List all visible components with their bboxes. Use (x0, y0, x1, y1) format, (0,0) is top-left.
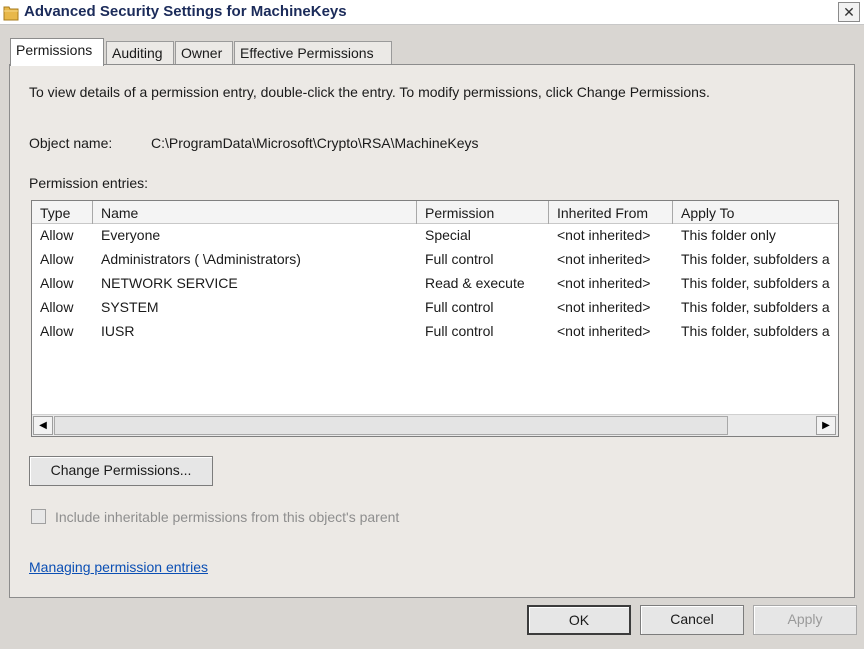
ok-button[interactable]: OK (527, 605, 631, 635)
cell-apply-to: This folder, subfolders a (681, 251, 830, 267)
column-header-inherited-from[interactable]: Inherited From (549, 201, 673, 224)
arrow-right-icon: ▶ (822, 420, 830, 431)
scroll-right-button[interactable]: ▶ (816, 416, 836, 435)
cell-inherited-from: <not inherited> (557, 323, 651, 339)
tab-effective-permissions[interactable]: Effective Permissions (234, 41, 392, 65)
cell-inherited-from: <not inherited> (557, 275, 651, 291)
folder-icon (3, 3, 19, 21)
cell-name: IUSR (101, 323, 135, 339)
cell-type: Allow (40, 227, 74, 243)
include-inheritable-checkbox[interactable] (31, 509, 46, 524)
cell-inherited-from: <not inherited> (557, 227, 651, 243)
cell-permission: Special (425, 227, 471, 243)
cell-permission: Full control (425, 323, 494, 339)
permission-entries-label: Permission entries: (29, 175, 149, 191)
cell-apply-to: This folder, subfolders a (681, 323, 830, 339)
cell-inherited-from: <not inherited> (557, 299, 651, 315)
table-row[interactable]: Allow Everyone Special <not inherited> T… (32, 225, 838, 249)
tab-label: Effective Permissions (240, 45, 374, 61)
change-permissions-button[interactable]: Change Permissions... (29, 456, 213, 486)
permission-entries-list[interactable]: Type Name Permission Inherited From Appl… (31, 200, 839, 437)
scroll-left-button[interactable]: ◀ (33, 416, 53, 435)
close-button[interactable]: ✕ (838, 2, 860, 22)
cell-type: Allow (40, 275, 74, 291)
object-name-value: C:\ProgramData\Microsoft\Crypto\RSA\Mach… (151, 135, 479, 151)
permissions-panel: To view details of a permission entry, d… (9, 64, 855, 598)
tab-label: Owner (181, 45, 223, 61)
column-header-apply-to[interactable]: Apply To (673, 201, 838, 224)
cell-permission: Read & execute (425, 275, 525, 291)
tab-owner[interactable]: Owner (175, 41, 233, 65)
title-bar: Advanced Security Settings for MachineKe… (0, 0, 864, 25)
tab-permissions[interactable]: Permissions (10, 38, 104, 66)
managing-permission-entries-link[interactable]: Managing permission entries (29, 559, 208, 575)
change-permissions-label: Change Permissions... (50, 462, 192, 478)
tab-auditing[interactable]: Auditing (106, 41, 174, 65)
cell-apply-to: This folder, subfolders a (681, 299, 830, 315)
column-header-name[interactable]: Name (93, 201, 417, 224)
apply-button[interactable]: Apply (753, 605, 857, 635)
tab-label: Permissions (16, 42, 93, 58)
table-row[interactable]: Allow Administrators ( \Administrators) … (32, 249, 838, 273)
ok-label: OK (568, 612, 590, 628)
cell-apply-to: This folder only (681, 227, 776, 243)
instructions-text: To view details of a permission entry, d… (29, 84, 710, 100)
column-header-permission[interactable]: Permission (417, 201, 549, 224)
cell-name: Everyone (101, 227, 161, 243)
list-header: Type Name Permission Inherited From Appl… (32, 201, 838, 224)
cell-type: Allow (40, 251, 74, 267)
cancel-label: Cancel (670, 611, 714, 627)
cell-name: Administrators ( \Administrators) (101, 251, 301, 267)
cell-name: SYSTEM (101, 299, 159, 315)
table-row[interactable]: Allow IUSR Full control <not inherited> … (32, 321, 838, 345)
apply-label: Apply (787, 611, 823, 627)
cell-type: Allow (40, 299, 74, 315)
tab-label: Auditing (112, 45, 163, 61)
cell-permission: Full control (425, 251, 494, 267)
scrollbar-thumb[interactable] (54, 416, 728, 435)
close-icon: ✕ (843, 4, 855, 20)
horizontal-scrollbar[interactable]: ◀ ▶ (32, 414, 838, 436)
cell-permission: Full control (425, 299, 494, 315)
arrow-left-icon: ◀ (39, 420, 47, 431)
column-header-type[interactable]: Type (32, 201, 93, 224)
table-row[interactable]: Allow NETWORK SERVICE Read & execute <no… (32, 273, 838, 297)
table-row[interactable]: Allow SYSTEM Full control <not inherited… (32, 297, 838, 321)
cell-inherited-from: <not inherited> (557, 251, 651, 267)
cell-apply-to: This folder, subfolders a (681, 275, 830, 291)
cancel-button[interactable]: Cancel (640, 605, 744, 635)
include-inheritable-label: Include inheritable permissions from thi… (55, 509, 400, 525)
cell-type: Allow (40, 323, 74, 339)
cell-name: NETWORK SERVICE (101, 275, 238, 291)
object-name-label: Object name: (29, 135, 113, 151)
window-title: Advanced Security Settings for MachineKe… (24, 3, 347, 20)
